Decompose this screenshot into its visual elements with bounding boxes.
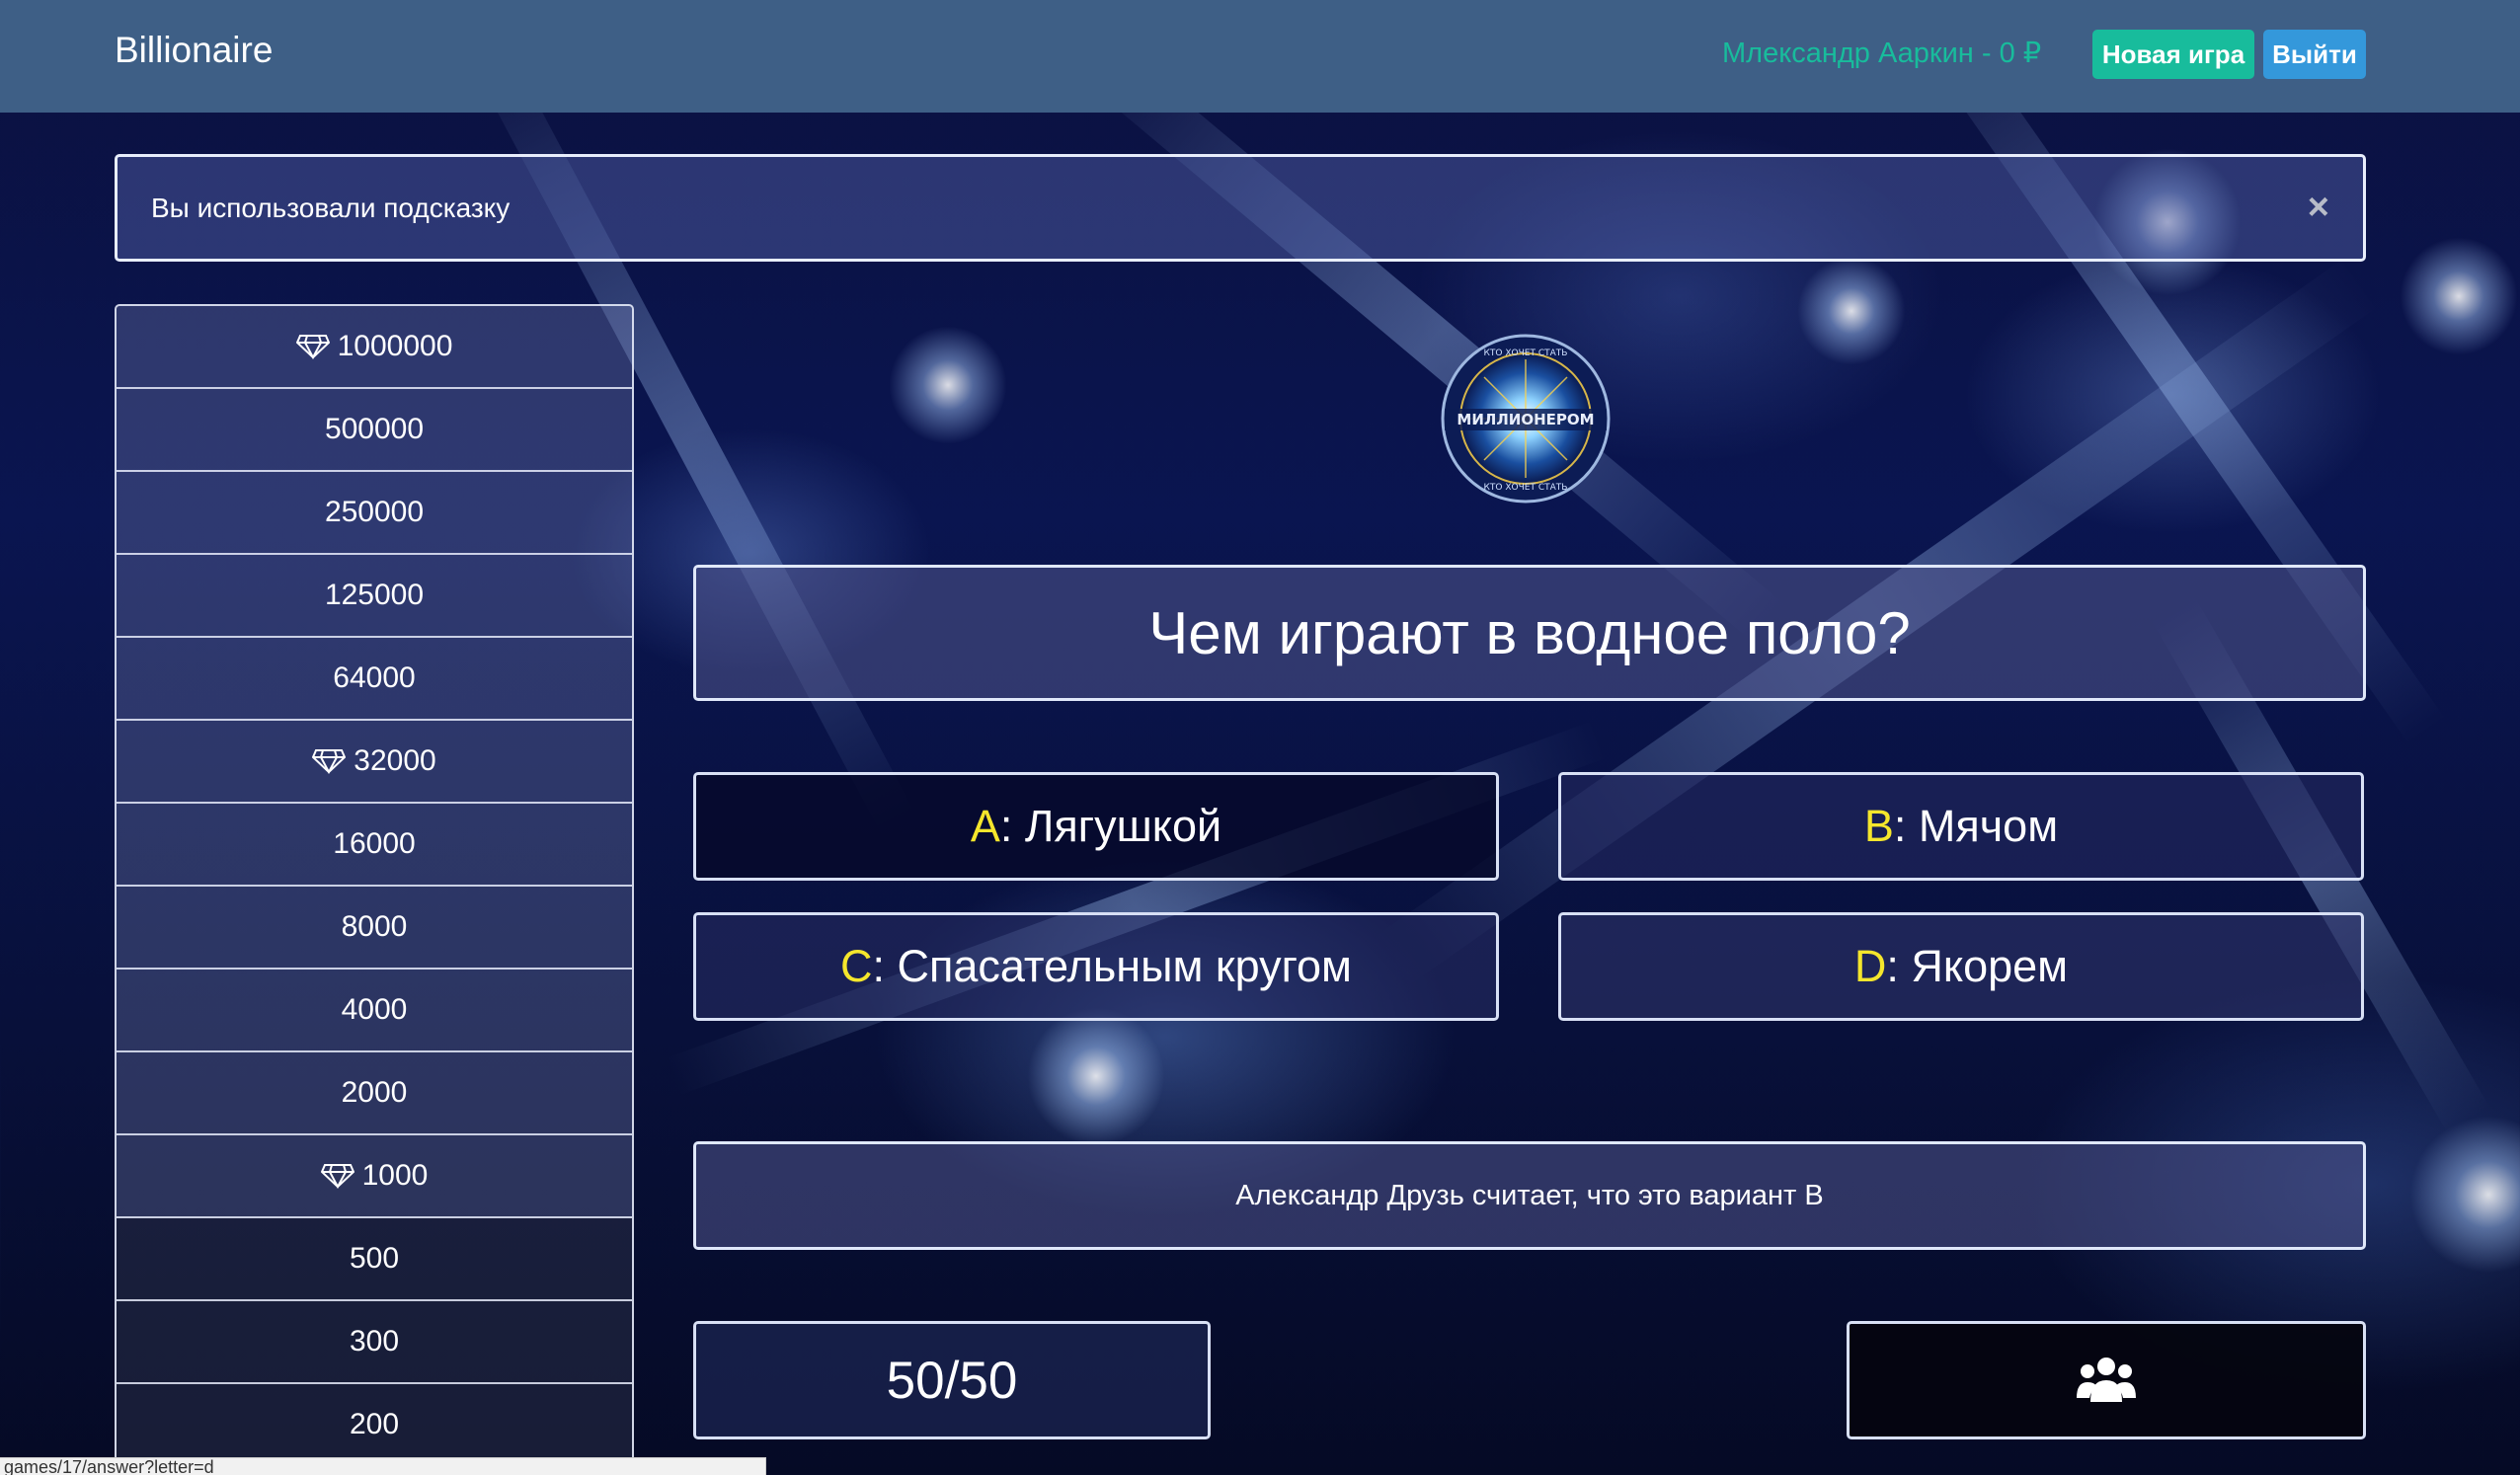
answer-a-letter: A	[970, 801, 1000, 851]
diamond-icon	[320, 1163, 354, 1190]
answer-d-button[interactable]: D: Якорем	[1558, 912, 2364, 1021]
prize-ladder: 1000000 500000 250000 125000 64000 32000 16000…	[115, 304, 634, 1475]
prize-amount: 300	[349, 1325, 400, 1358]
alert-message: Вы использовали подсказку	[151, 192, 511, 223]
logo-bottom-text: КТО ХОЧЕТ СТАТЬ	[1484, 483, 1568, 493]
prize-amount: 250000	[324, 496, 425, 528]
prize-level: 500	[117, 1218, 632, 1301]
brand-logo[interactable]: Billionaire	[115, 30, 273, 71]
prize-amount: 1000	[361, 1159, 429, 1192]
answer-c-button[interactable]: C: Спасательным кругом	[693, 912, 1499, 1021]
audience-help-button[interactable]	[1847, 1321, 2366, 1439]
answer-d-letter: D	[1853, 941, 1887, 991]
user-balance: Млександр Ааркин - 0 ₽	[1722, 38, 2042, 69]
exit-button[interactable]: Выйти	[2263, 30, 2366, 79]
prize-amount: 8000	[341, 910, 408, 943]
diamond-icon	[295, 334, 330, 360]
question-box: Чем играют в водное поло?	[693, 565, 2366, 701]
prize-level: 1000000	[117, 306, 632, 389]
hint-used-alert: Вы использовали подсказку ×	[115, 154, 2366, 262]
prize-level: 2000	[117, 1052, 632, 1135]
new-game-button[interactable]: Новая игра	[2092, 30, 2254, 79]
answer-c-letter: C	[839, 941, 873, 991]
prize-level: 500000	[117, 389, 632, 472]
prize-amount: 200	[349, 1408, 400, 1440]
prize-amount: 500	[349, 1242, 400, 1275]
prize-amount: 32000	[354, 744, 436, 777]
friend-hint-result: Александр Друзь считает, что это вариант…	[693, 1141, 2366, 1250]
logo-top-text: КТО ХОЧЕТ СТАТЬ	[1484, 349, 1568, 358]
prize-level: 200	[117, 1384, 632, 1467]
navbar: Billionaire Млександр Ааркин - 0 ₽ Новая…	[0, 0, 2520, 113]
answer-a-button[interactable]: A: Лягушкой	[693, 772, 1499, 881]
fifty-fifty-button[interactable]: 50/50	[693, 1321, 1211, 1439]
prize-level: 1000	[117, 1135, 632, 1218]
answer-b-button[interactable]: B: Мячом	[1558, 772, 2364, 881]
prize-amount: 500000	[324, 413, 425, 445]
prize-level: 8000	[117, 887, 632, 970]
prize-level: 4000	[117, 970, 632, 1052]
prize-level: 32000	[117, 721, 632, 804]
prize-level: 250000	[117, 472, 632, 555]
diamond-icon	[312, 748, 347, 775]
prize-amount: 64000	[333, 661, 416, 694]
answer-c-text: : Спасательным кругом	[872, 941, 1352, 991]
logo-center-text: МИЛЛИОНЕРОМ	[1457, 411, 1594, 428]
prize-level: 64000	[117, 638, 632, 721]
answer-a-text: : Лягушкой	[999, 801, 1222, 851]
users-icon	[2077, 1358, 2136, 1402]
prize-amount: 4000	[341, 993, 408, 1026]
prize-level: 300	[117, 1301, 632, 1384]
prize-amount: 125000	[324, 579, 425, 611]
answer-d-text: : Якорем	[1886, 941, 2069, 991]
prize-amount: 2000	[341, 1076, 408, 1109]
prize-level: 125000	[117, 555, 632, 638]
millionaire-logo: МИЛЛИОНЕРОМ КТО ХОЧЕТ СТАТЬ КТО ХОЧЕТ СТ…	[1441, 334, 1611, 504]
answer-b-letter: B	[1863, 801, 1894, 851]
prize-level: 16000	[117, 804, 632, 887]
prize-amount: 1000000	[337, 330, 453, 362]
browser-status-url: games/17/answer?letter=d	[0, 1457, 766, 1475]
prize-amount: 16000	[333, 827, 416, 860]
answer-b-text: : Мячом	[1893, 801, 2059, 851]
close-icon[interactable]: ×	[2308, 187, 2329, 229]
